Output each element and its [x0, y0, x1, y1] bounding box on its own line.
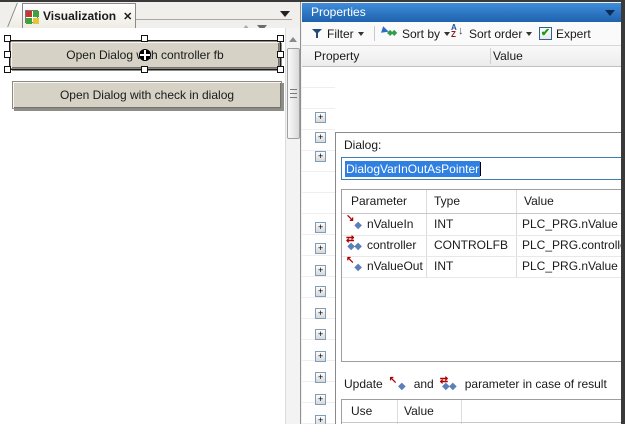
param-out-icon: ↖◆: [347, 258, 363, 272]
selection-handle-top-left[interactable]: [4, 35, 11, 42]
expand-icon[interactable]: [315, 394, 326, 405]
filter-icon: [312, 28, 323, 39]
parameter-header: Parameter: [351, 194, 407, 208]
editor-vertical-scrollbar[interactable]: [285, 28, 300, 424]
sort-order-icon: A Z ↓: [451, 26, 465, 41]
result-table: Use Value None ✔ OK Cancel: [341, 399, 624, 424]
parameter-row[interactable]: ↖◆ nValueOut INT PLC_PRG.nValue: [342, 256, 624, 277]
scrollbar-grip-icon: [290, 89, 297, 98]
expand-icon[interactable]: [315, 243, 326, 254]
selection-handle-bottom-left[interactable]: [4, 66, 11, 73]
properties-title: Properties: [311, 5, 366, 19]
sort-order-button[interactable]: A Z ↓ Sort order: [451, 25, 532, 42]
sort-by-icon: ▶ ◆◆: [382, 27, 398, 40]
dialog-label: Dialog:: [344, 138, 381, 152]
expand-icon[interactable]: [315, 132, 326, 143]
update-note: Update ↖◆ and ⇄◆◆ parameter in case of r…: [344, 376, 607, 392]
tabstrip-divider: [132, 19, 292, 20]
center-anchor-icon[interactable]: [139, 49, 151, 61]
window-right-border: [621, 0, 625, 424]
param-inout-icon: ⇄◆◆: [441, 378, 458, 391]
expert-checkbox[interactable]: ✔: [539, 27, 552, 40]
chevron-down-icon: [526, 32, 532, 36]
sort-by-button[interactable]: ▶ ◆◆ Sort by: [382, 25, 450, 42]
parameter-row[interactable]: ↘◆ nValueIn INT PLC_PRG.nValue: [342, 214, 624, 235]
param-in-icon: ↘◆: [347, 216, 363, 230]
value-header: Value: [524, 194, 554, 208]
text-cursor: [480, 162, 481, 176]
property-grid-header: Property Value: [302, 45, 624, 67]
param-out-icon: ↖◆: [390, 378, 407, 391]
background-property-row: Element name GenElemInst_1: [302, 67, 624, 70]
expand-icon[interactable]: [315, 265, 326, 276]
selection-handle-top-center[interactable]: [141, 35, 148, 42]
scrollbar-thumb[interactable]: [287, 48, 300, 139]
open-dialog-check-button[interactable]: Open Dialog with check in dialog: [12, 81, 282, 109]
value-column-header: Value: [493, 49, 523, 63]
use-header: Use: [351, 404, 372, 418]
expand-icon[interactable]: [315, 329, 326, 340]
expand-icon[interactable]: [315, 372, 326, 383]
close-tab-icon[interactable]: ✕: [121, 10, 134, 23]
property-grid: Element name GenElemInst_1 Dial: [302, 67, 624, 424]
parameter-row[interactable]: ⇄◆◆ controller CONTROLFB PLC_PRG.control…: [342, 235, 624, 256]
selection-handle-mid-left[interactable]: [4, 51, 11, 58]
codesys-window: Visualization ✕ Open Dialog with control…: [0, 0, 625, 424]
filter-button[interactable]: Filter: [312, 25, 364, 42]
expand-icon[interactable]: [315, 308, 326, 319]
chevron-down-icon: [358, 32, 364, 36]
selection-handle-mid-right[interactable]: [277, 51, 284, 58]
expand-icon[interactable]: [315, 112, 326, 123]
properties-toolbar: Filter ▶ ◆◆ Sort by A Z ↓ Sort order: [302, 22, 624, 45]
visualization-canvas[interactable]: Open Dialog with controller fb Open Dial…: [0, 28, 285, 424]
panel-menu-icon[interactable]: [605, 10, 615, 16]
expert-checkbox-group[interactable]: ✔ Expert: [539, 25, 591, 42]
grid-gutter: [302, 67, 335, 424]
value-header: Value: [404, 404, 434, 418]
selection-handle-bottom-right[interactable]: [277, 66, 284, 73]
chevron-down-icon: [444, 32, 450, 36]
expand-icon[interactable]: [315, 151, 326, 162]
properties-title-bar: Properties: [302, 3, 624, 22]
tab-list-dropdown-icon[interactable]: [280, 11, 290, 17]
property-column-header: Property: [314, 49, 359, 63]
expand-icon[interactable]: [315, 286, 326, 297]
window-top-border: [0, 0, 625, 2]
scrollbar-up-icon[interactable]: [289, 37, 297, 42]
selection-handle-bottom-center[interactable]: [141, 66, 148, 73]
expert-label: Expert: [556, 27, 591, 41]
dialog-name-input[interactable]: DialogVarInOutAsPointer: [341, 157, 623, 180]
param-inout-icon: ⇄◆◆: [347, 237, 363, 251]
visualization-icon: [25, 10, 38, 23]
selection-handle-top-right[interactable]: [277, 35, 284, 42]
expand-icon[interactable]: [315, 415, 326, 424]
properties-panel: Properties Filter ▶ ◆◆ Sort by A: [301, 2, 625, 424]
type-header: Type: [434, 194, 460, 208]
sort-order-label: Sort order: [469, 27, 522, 41]
column-divider[interactable]: [490, 48, 491, 64]
expand-icon[interactable]: [315, 351, 326, 362]
toolbar-separator: [374, 26, 375, 41]
dialog-config-popup: Dialog: DialogVarInOutAsPointer Paramete…: [335, 132, 624, 424]
expand-icon[interactable]: [315, 222, 326, 233]
tab-label: Visualization: [43, 9, 116, 23]
button-label: Open Dialog with check in dialog: [60, 88, 234, 102]
filter-label: Filter: [327, 27, 354, 41]
sort-by-label: Sort by: [402, 27, 440, 41]
selected-text: DialogVarInOutAsPointer: [345, 161, 480, 177]
tab-visualization[interactable]: Visualization ✕: [22, 3, 136, 28]
parameter-table: Parameter Type Value ↘◆ nValueIn INT PLC…: [341, 189, 624, 362]
